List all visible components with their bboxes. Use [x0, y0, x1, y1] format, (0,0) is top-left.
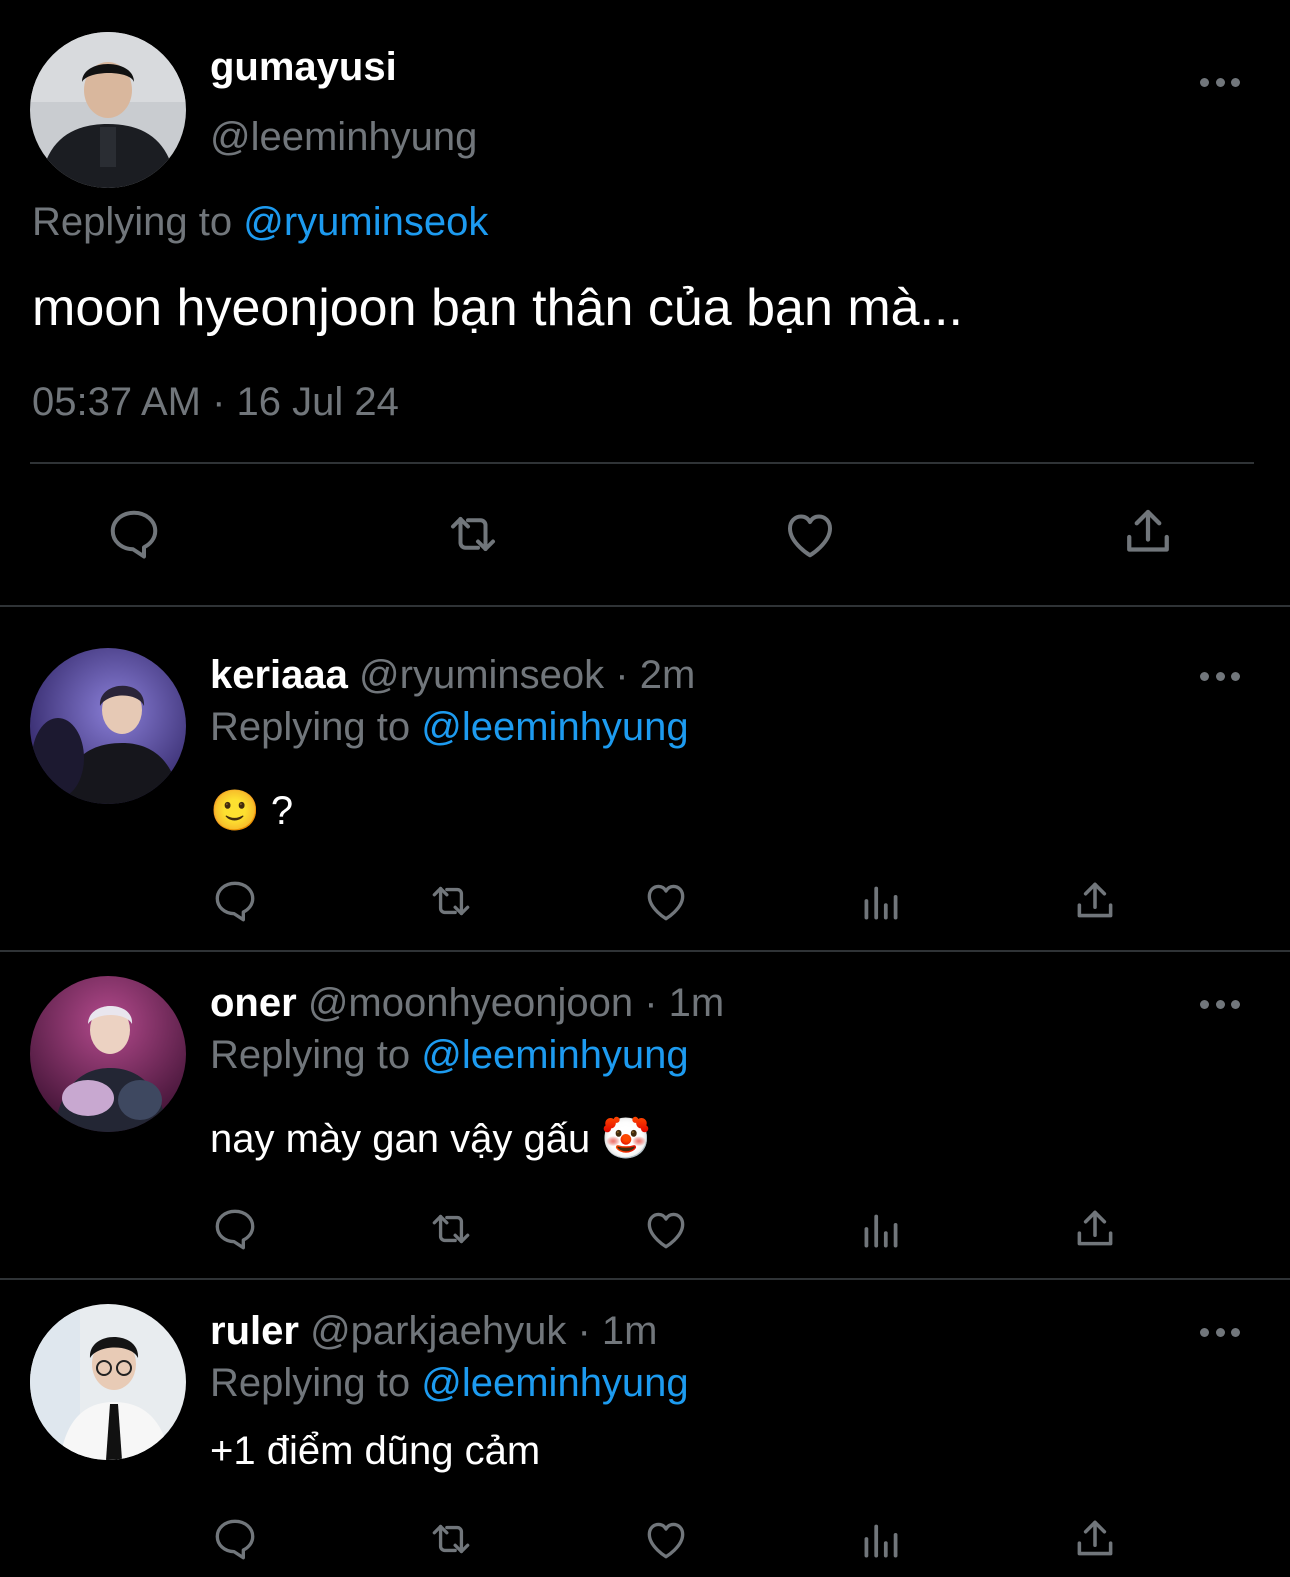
replying-to-handle-link[interactable]: @leeminhyung — [421, 1361, 688, 1405]
avatar-oner[interactable] — [30, 976, 186, 1132]
reply-display-name[interactable]: ruler — [210, 1309, 299, 1353]
replying-to-prefix: Replying to — [210, 705, 411, 749]
replying-to-line: Replying to @leeminhyung — [210, 1361, 689, 1406]
reply-divider — [0, 1278, 1290, 1280]
author-display-name[interactable]: gumayusi — [210, 45, 397, 90]
avatar-keriaaa[interactable] — [30, 648, 186, 804]
replying-to-prefix: Replying to — [210, 1033, 411, 1077]
retweet-icon[interactable] — [424, 876, 478, 926]
replying-to-handle-link[interactable]: @leeminhyung — [421, 705, 688, 749]
more-options-icon[interactable] — [1200, 1325, 1240, 1339]
share-icon[interactable] — [1070, 876, 1120, 926]
reply-text: +1 điểm dũng cảm — [210, 1429, 541, 1473]
more-options-icon[interactable] — [1200, 669, 1240, 683]
views-icon[interactable] — [856, 1204, 906, 1254]
replying-to-line: Replying to @leeminhyung — [210, 1033, 689, 1078]
reply-time[interactable]: · 1m — [644, 981, 724, 1025]
share-icon[interactable] — [1070, 1204, 1120, 1254]
replying-to-line: Replying to @ryuminseok — [32, 200, 488, 245]
like-icon[interactable] — [640, 1514, 692, 1564]
reply-text: nay mày gan vậy gấu 🤡 — [210, 1117, 652, 1161]
section-divider — [0, 605, 1290, 607]
timestamp-divider — [30, 462, 1254, 464]
reply-icon[interactable] — [210, 1204, 260, 1254]
tweet-timestamp[interactable]: 05:37 AM · 16 Jul 24 — [32, 380, 399, 425]
replying-to-handle-link[interactable]: @ryuminseok — [243, 200, 488, 244]
reply-header: oner @moonhyeonjoon · 1m — [210, 981, 724, 1026]
views-icon[interactable] — [856, 876, 906, 926]
more-options-icon[interactable] — [1200, 75, 1240, 89]
reply-icon[interactable] — [210, 1514, 260, 1564]
reply-header: keriaaa @ryuminseok · 2m — [210, 653, 695, 698]
reply-icon[interactable] — [104, 504, 164, 564]
retweet-icon[interactable] — [441, 504, 505, 564]
author-handle[interactable]: @leeminhyung — [210, 115, 477, 160]
reply-handle[interactable]: @ryuminseok — [359, 653, 604, 697]
like-icon[interactable] — [640, 876, 692, 926]
avatar-gumayusi[interactable] — [30, 32, 186, 188]
reply-divider — [0, 950, 1290, 952]
reply-time[interactable]: · 1m — [577, 1309, 657, 1353]
more-options-icon[interactable] — [1200, 997, 1240, 1011]
reply-display-name[interactable]: keriaaa — [210, 653, 348, 697]
retweet-icon[interactable] — [424, 1204, 478, 1254]
reply-header: ruler @parkjaehyuk · 1m — [210, 1309, 657, 1354]
replying-to-line: Replying to @leeminhyung — [210, 705, 689, 750]
reply-text: 🙂 ? — [210, 789, 294, 833]
reply-display-name[interactable]: oner — [210, 981, 297, 1025]
replying-to-prefix: Replying to — [210, 1361, 411, 1405]
replying-to-prefix: Replying to — [32, 200, 233, 244]
reply-handle[interactable]: @moonhyeonjoon — [308, 981, 633, 1025]
like-icon[interactable] — [640, 1204, 692, 1254]
replying-to-handle-link[interactable]: @leeminhyung — [421, 1033, 688, 1077]
tweet-text: moon hyeonjoon bạn thân của bạn mà... — [32, 279, 963, 337]
share-icon[interactable] — [1070, 1514, 1120, 1564]
reply-handle[interactable]: @parkjaehyuk — [310, 1309, 566, 1353]
like-icon[interactable] — [779, 504, 841, 564]
views-icon[interactable] — [856, 1514, 906, 1564]
retweet-icon[interactable] — [424, 1514, 478, 1564]
reply-icon[interactable] — [210, 876, 260, 926]
reply-time[interactable]: · 2m — [615, 653, 695, 697]
share-icon[interactable] — [1118, 502, 1178, 562]
avatar-ruler[interactable] — [30, 1304, 186, 1460]
